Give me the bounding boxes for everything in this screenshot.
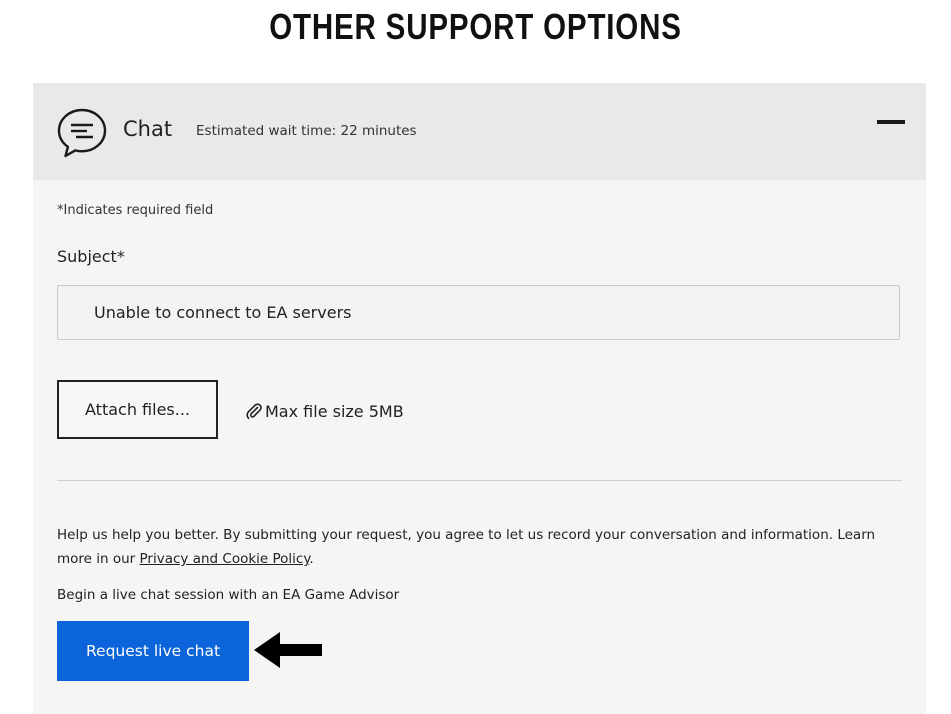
paperclip-icon (246, 403, 262, 420)
chat-title: Chat (123, 117, 173, 141)
minus-icon[interactable] (877, 120, 905, 124)
support-page: OTHER SUPPORT OPTIONS Chat Estimated wai… (0, 0, 951, 714)
consent-text: Help us help you better. By submitting y… (57, 523, 887, 571)
subject-label: Subject* (57, 247, 125, 266)
chat-support-card: Chat Estimated wait time: 22 minutes *In… (33, 83, 926, 714)
chat-bubble-icon (57, 108, 107, 158)
left-arrow-icon (254, 632, 322, 668)
live-chat-prompt: Begin a live chat session with an EA Gam… (57, 587, 400, 603)
wait-time-text: Estimated wait time: 22 minutes (196, 123, 417, 139)
consent-text-end: . (309, 551, 314, 567)
required-field-note: *Indicates required field (57, 203, 214, 218)
page-title: OTHER SUPPORT OPTIONS (269, 6, 682, 47)
request-live-chat-button[interactable]: Request live chat (57, 621, 249, 681)
subject-input[interactable] (57, 285, 900, 340)
chat-panel-header[interactable]: Chat Estimated wait time: 22 minutes (33, 83, 926, 180)
privacy-policy-link[interactable]: Privacy and Cookie Policy (140, 551, 310, 567)
attach-files-button[interactable]: Attach files... (57, 380, 218, 439)
max-file-size-text: Max file size 5MB (265, 402, 404, 421)
section-divider (57, 480, 902, 481)
